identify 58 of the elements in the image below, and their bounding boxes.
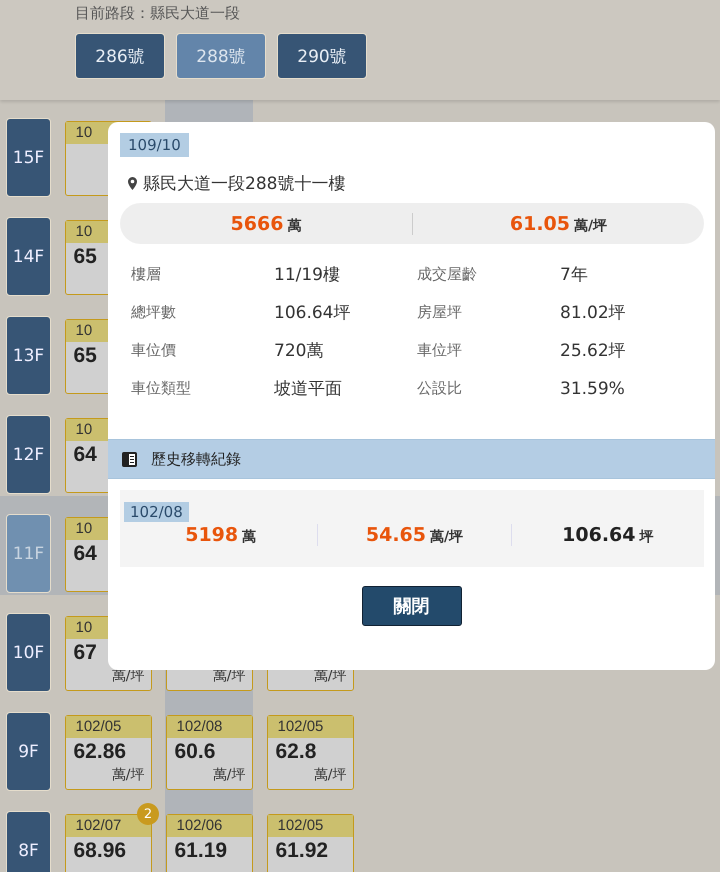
price-value: 5198 [185,524,238,546]
card-unit: 萬/坪 [312,766,348,784]
unit-label: 萬/坪 [430,529,464,545]
card-price: 64 [74,442,97,468]
card-price: 62.86 [74,739,126,765]
card-date: 10 [76,123,92,143]
card-price: 65 [74,343,97,369]
card-date: 10 [76,420,92,440]
detail-value: 7年 [560,264,589,286]
date-tag: 102/08 [124,502,189,522]
card-price: 65 [74,244,97,270]
detail-label: 車位坪 [417,341,463,360]
date-tag: 109/10 [120,133,189,157]
detail-label: 車位類型 [131,379,192,398]
card-date: 102/05 [278,717,324,737]
card-price: 68.96 [74,838,126,864]
unit-label: 萬/坪 [574,218,608,234]
detail-value: 81.02坪 [560,302,627,324]
detail-value: 25.62坪 [560,340,627,362]
card-date: 10 [76,321,92,341]
card-price: 62.8 [276,739,316,765]
detail-label: 房屋坪 [417,303,463,322]
card-date: 102/05 [76,717,122,737]
detail-label: 車位價 [131,341,177,360]
card-price: 60.6 [174,739,216,765]
address-text: 縣民大道一段288號十一樓 [143,173,346,195]
card-date: 102/05 [278,816,324,836]
unit-label: 坪 [639,529,654,545]
detail-value: 11/19樓 [274,264,341,286]
detail-label: 公設比 [417,379,463,398]
detail-value: 720萬 [274,340,324,362]
card-date: 102/07 [76,816,122,836]
card-date: 102/08 [176,717,222,737]
card-price: 67 [74,640,97,666]
unit-label: 萬 [242,529,256,545]
card-date: 10 [76,222,92,242]
unit-label: 萬 [287,218,302,234]
detail-label: 樓層 [131,265,162,284]
card-price: 64 [74,541,97,567]
card-date: 10 [76,519,92,539]
card-date: 10 [76,618,92,638]
history-title: 歷史移轉紀錄 [151,450,241,468]
detail-label: 總坪數 [131,303,177,322]
detail-value: 106.64坪 [274,302,352,324]
detail-value: 坡道平面 [274,378,343,400]
card-unit: 萬/坪 [212,766,246,784]
card-price: 61.19 [174,838,228,864]
area-value: 106.64 [562,524,636,546]
price-value: 61.05 [510,212,570,234]
price-value: 5666 [230,212,284,234]
price-value: 54.65 [366,524,426,546]
count-badge: 2 [137,803,159,825]
card-unit: 萬/坪 [110,766,146,784]
detail-value: 31.59% [560,378,626,398]
route-label: 目前路段：縣民大道一段 [75,4,241,23]
card-price: 61.92 [276,838,328,864]
detail-label: 成交屋齡 [417,265,478,284]
card-date: 102/06 [176,816,222,836]
